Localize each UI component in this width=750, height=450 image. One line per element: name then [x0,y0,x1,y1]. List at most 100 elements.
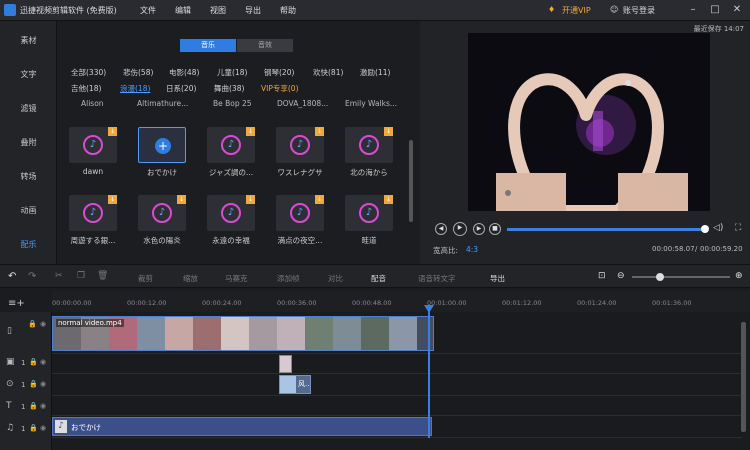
overlay-track[interactable] [52,374,742,396]
music-card[interactable]: ↓ ♪ [276,127,324,163]
nav-item-text[interactable]: 文字 [0,65,57,85]
nav-item-filter[interactable]: 滤镜 [0,99,57,119]
delete-icon[interactable]: 🗑 [97,271,108,281]
category-piano[interactable]: 钢琴(20) [264,67,294,78]
compare-button[interactable]: 对比 [328,273,343,284]
zoom-slider-handle[interactable] [656,273,664,281]
text-track[interactable] [52,396,742,416]
add-frame-button[interactable]: 添加帧 [277,273,300,284]
next-frame-button[interactable]: ▶ [473,223,485,235]
download-icon[interactable]: ↓ [177,195,186,204]
category-kids[interactable]: 儿童(18) [217,67,247,78]
lock-icon[interactable]: 🔒 [29,402,38,410]
download-icon[interactable]: ↓ [315,127,324,136]
download-icon[interactable]: ↓ [246,127,255,136]
menu-export[interactable]: 导出 [245,5,261,16]
fullscreen-icon[interactable]: ⛶ [735,223,741,233]
maximize-icon[interactable]: □ [708,3,722,17]
speech-to-text-button[interactable]: 语音转文字 [418,273,456,284]
lock-icon[interactable]: 🔒 [28,320,37,328]
login-button[interactable]: 账号登录 [623,5,655,16]
playback-progress-handle[interactable] [701,225,709,233]
category-dance[interactable]: 舞曲(38) [214,83,244,94]
download-icon[interactable]: ↓ [384,195,393,204]
eye-icon[interactable]: ◉ [40,380,46,388]
category-happy[interactable]: 欢快(81) [313,67,343,78]
tab-music[interactable]: 音乐 [180,39,236,52]
timeline-scrollbar[interactable] [741,322,746,432]
add-icon[interactable]: + [155,138,171,154]
menu-help[interactable]: 帮助 [280,5,296,16]
zoom-out-icon[interactable]: ⊖ [617,271,625,281]
music-card[interactable]: ↓ ♪ [207,127,255,163]
split-icon[interactable]: ✂ [55,271,63,281]
eye-icon[interactable]: ◉ [40,402,46,410]
playhead[interactable] [428,308,430,438]
pip-track[interactable] [52,354,742,374]
timeline-ruler[interactable]: 00:00:00.00 00:00:12.00 00:00:24.00 00:0… [52,290,750,312]
music-card[interactable]: ↓ ♪ [69,195,117,231]
eye-icon[interactable]: ◉ [40,358,46,366]
menu-view[interactable]: 视图 [210,5,226,16]
voiceover-button[interactable]: 配音 [371,273,386,284]
undo-icon[interactable]: ↶ [8,271,16,282]
category-vip[interactable]: VIP专享(0) [261,83,299,94]
zoom-in-icon[interactable]: ⊕ [735,271,743,281]
eye-icon[interactable]: ◉ [40,320,46,328]
audio-clip[interactable]: ♪ おでかけ [52,417,432,436]
nav-item-overlay[interactable]: 叠附 [0,133,57,153]
crop-button[interactable]: 裁剪 [138,273,153,284]
music-card[interactable]: ↓ ♪ [276,195,324,231]
music-card-selected[interactable]: + [138,127,186,163]
lock-icon[interactable]: 🔒 [29,380,38,388]
mosaic-button[interactable]: 马赛克 [225,273,248,284]
tab-sound-effects[interactable]: 音效 [237,39,293,52]
redo-icon[interactable]: ↷ [28,271,36,282]
music-card[interactable]: ↓ ♪ [345,195,393,231]
download-icon[interactable]: ↓ [384,127,393,136]
nav-item-music[interactable]: 配乐 [0,235,57,255]
nav-item-animation[interactable]: 动画 [0,201,57,221]
menu-file[interactable]: 文件 [140,5,156,16]
prev-frame-button[interactable]: ◀ [435,223,447,235]
category-inspire[interactable]: 激励(11) [360,67,390,78]
close-icon[interactable]: ✕ [730,3,744,17]
vip-icon[interactable]: ♦ [548,5,555,14]
nav-item-material[interactable]: 素材 [0,31,57,51]
music-card[interactable]: ↓ ♪ [345,127,393,163]
zoom-slider[interactable] [632,276,730,278]
library-scrollbar[interactable] [409,140,413,222]
lock-icon[interactable]: 🔒 [29,358,38,366]
video-clip[interactable]: normal video.mp4 [52,316,434,351]
category-romantic[interactable]: 浪漫(18) [120,83,150,94]
download-icon[interactable]: ↓ [108,127,117,136]
pip-clip[interactable] [279,355,292,373]
music-card[interactable]: ↓ ♪ [69,127,117,163]
download-icon[interactable]: ↓ [315,195,324,204]
eye-icon[interactable]: ◉ [40,424,46,432]
nav-item-transition[interactable]: 转场 [0,167,57,187]
lock-icon[interactable]: 🔒 [29,424,38,432]
fit-icon[interactable]: ⊡ [598,271,606,281]
category-sad[interactable]: 悲伤(58) [123,67,153,78]
category-all[interactable]: 全部(330) [71,67,106,78]
stop-button[interactable]: ■ [489,223,501,235]
vip-button[interactable]: 开通VIP [562,5,591,16]
download-icon[interactable]: ↓ [246,195,255,204]
music-card[interactable]: ↓ ♪ [207,195,255,231]
download-icon[interactable]: ↓ [108,195,117,204]
add-track-icon[interactable]: ≡+ [8,298,25,309]
overlay-clip[interactable]: 风... [279,375,311,394]
category-guitar[interactable]: 吉他(18) [71,83,101,94]
menu-edit[interactable]: 编辑 [175,5,191,16]
playback-progress[interactable] [507,228,705,231]
music-card[interactable]: ↓ ♪ [138,195,186,231]
export-button[interactable]: 导出 [490,273,505,284]
zoom-button[interactable]: 缩放 [183,273,198,284]
volume-icon[interactable]: ◁) [713,223,723,233]
copy-icon[interactable]: ❐ [77,271,85,281]
user-icon[interactable]: ☺ [610,5,618,14]
aspect-ratio-value[interactable]: 4:3 [466,245,478,254]
minimize-icon[interactable]: – [686,3,700,17]
play-button[interactable]: ▶ [453,222,467,236]
